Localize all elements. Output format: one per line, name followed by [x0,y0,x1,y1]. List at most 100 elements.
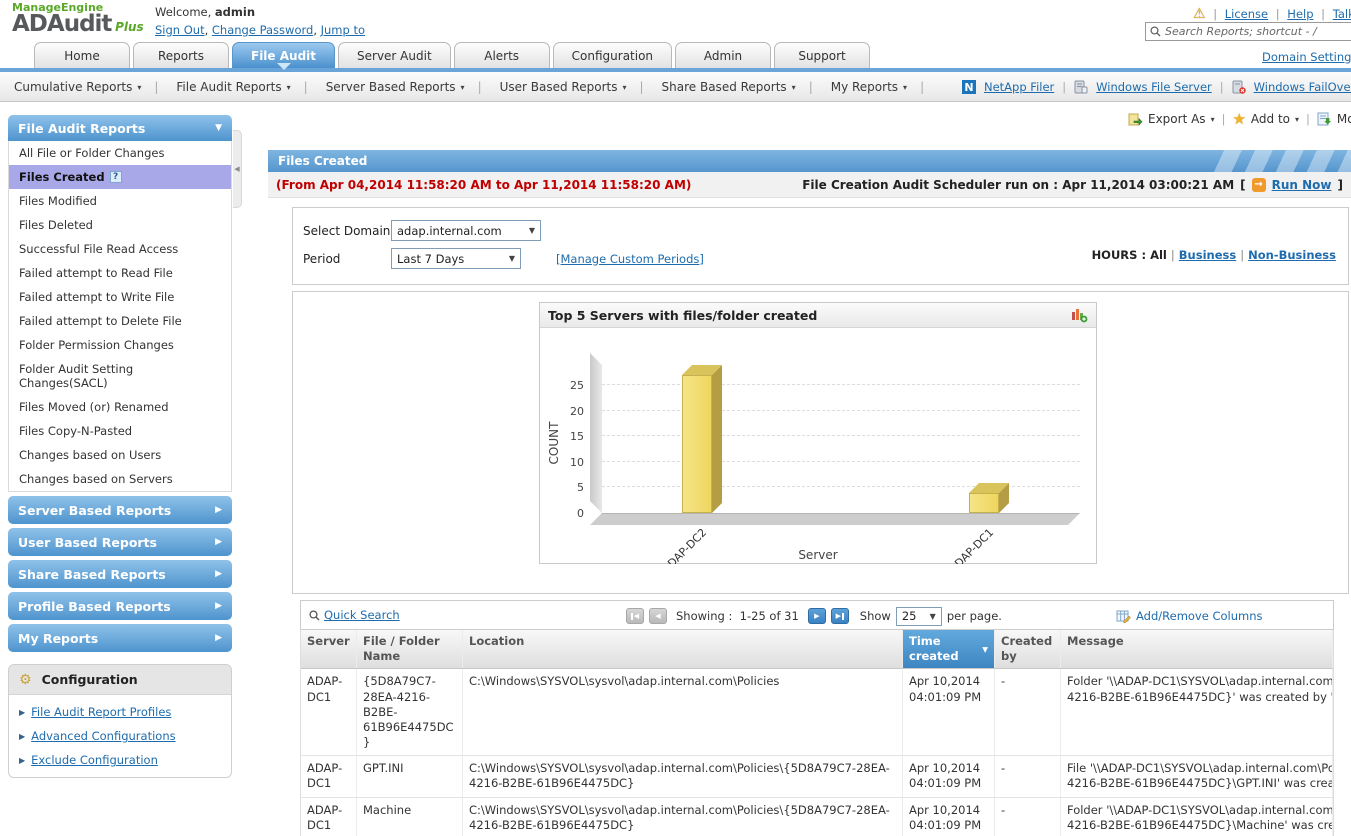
table-row: ADAP-DC1 {5D8A79C7-28EA-4216-B2BE-61B96E… [301,669,1333,757]
run-now-link[interactable]: Run Now [1272,178,1332,192]
cell-time-created: Apr 10,2014 04:01:09 PM [903,756,995,797]
sidebar-report-item[interactable]: All File or Folder Changes [9,141,231,165]
tab[interactable]: Configuration [552,42,673,68]
search-box[interactable] [1145,22,1351,41]
next-page-button[interactable]: ▶ [807,608,826,624]
sidebar-report-item[interactable]: Folder Audit Setting Changes(SACL) [9,357,231,395]
subnav-menu[interactable]: File Audit Reports ▾ | [172,80,311,94]
sidebar-report-item[interactable]: Files Copy-N-Pasted [9,419,231,443]
netapp-filer-link[interactable]: NetApp Filer [984,80,1054,94]
configuration-link[interactable]: ▶ File Audit Report Profiles [19,705,221,719]
y-tick-label: 0 [577,507,584,520]
chart-panel: Top 5 Servers with files/folder created … [292,291,1349,594]
col-message[interactable]: Message [1061,630,1333,669]
prev-page-button[interactable]: ◀ [649,608,667,624]
star-icon: ★ [1232,110,1246,128]
last-page-button[interactable]: ▶ [830,608,849,624]
sidebar-section[interactable]: Profile Based Reports ▶ [8,592,232,620]
cell-server: ADAP-DC1 [301,797,357,836]
sidebar-report-item[interactable]: Files Deleted [9,213,231,237]
sidebar-report-item[interactable]: Successful File Read Access [9,237,231,261]
change-password-link[interactable]: Change Password [212,23,313,37]
configuration-link[interactable]: ▶ Advanced Configurations [19,729,221,743]
search-icon [1150,26,1161,37]
sidebar-report-item[interactable]: Folder Permission Changes [9,333,231,357]
tab[interactable]: Support [774,42,871,68]
more-button[interactable]: More ▾ [1317,112,1351,126]
add-remove-columns-button[interactable]: Add/Remove Columns [1116,601,1263,631]
table-body: ADAP-DC1 {5D8A79C7-28EA-4216-B2BE-61B96E… [301,669,1333,836]
chevron-down-icon: ▼ [528,226,535,235]
hours-business-link[interactable]: Business [1179,248,1236,262]
hours-all[interactable]: All [1150,248,1167,262]
bar-ADAP-DC1[interactable] [969,482,1009,513]
y-tick-label: 15 [570,430,584,444]
subnav-menu[interactable]: Share Based Reports ▾ | [658,80,817,94]
help-link[interactable]: Help [1287,7,1313,21]
bar-ADAP-DC2[interactable] [682,364,722,513]
quick-search[interactable]: Quick Search [309,608,400,622]
sidebar-report-item[interactable]: Changes based on Servers [9,467,231,491]
netapp-icon: N [962,80,976,94]
tab[interactable]: Home [34,42,130,68]
failover-cluster-icon [1232,80,1246,94]
manage-custom-periods-link[interactable]: [Manage Custom Periods] [556,252,704,266]
col-time-created[interactable]: Time created ▾ [903,630,995,669]
sidebar-section-file-audit-reports[interactable]: File Audit Reports ▼ [8,115,232,141]
domain-select[interactable]: adap.internal.com ▼ [391,220,541,241]
tab[interactable]: Alerts [453,42,550,68]
hours-non-business-link[interactable]: Non-Business [1248,248,1336,262]
table-controls: Quick Search ◀ ◀ Showing : 1-25 of 31 ▶ … [300,600,1334,630]
subnav-links: N NetApp Filer | Windows File Server | W… [962,72,1351,102]
col-created-by[interactable]: Created by [995,630,1061,669]
talkback-link[interactable]: TalkBack [1333,7,1351,21]
tab[interactable]: Server Audit [338,42,451,68]
y-tick-label: 5 [577,481,584,495]
domain-settings-link[interactable]: Domain Settings [1262,50,1351,64]
sidebar-section[interactable]: My Reports ▶ [8,624,232,652]
configuration-link[interactable]: ▶ Exclude Configuration [19,753,221,767]
sidebar-report-item[interactable]: Failed attempt to Write File [9,285,231,309]
sidebar-report-item[interactable]: Failed attempt to Read File [9,261,231,285]
search-input[interactable] [1165,25,1345,38]
chart-options-icon[interactable] [1070,307,1088,323]
export-as-button[interactable]: Export As ▾ [1128,112,1215,126]
subnav-menu[interactable]: User Based Reports ▾ | [496,80,648,94]
license-link[interactable]: License [1225,7,1268,21]
sidebar-section[interactable]: Server Based Reports ▶ [8,496,232,524]
tab[interactable]: Reports [133,42,229,68]
subnav-menu[interactable]: Cumulative Reports ▾ | [10,80,162,94]
windows-failover-cluster-link[interactable]: Windows FailOver Cluster [1254,80,1351,94]
sidebar-section[interactable]: User Based Reports ▶ [8,528,232,556]
sidebar-report-item[interactable]: Changes based on Users [9,443,231,467]
subnav-menu[interactable]: Server Based Reports ▾ | [322,80,486,94]
cell-message: File '\\ADAP-DC1\SYSVOL\adap.internal.co… [1061,756,1333,797]
sidebar-report-item[interactable]: Files Modified [9,189,231,213]
username: admin [214,5,256,19]
tab[interactable]: File Audit [232,42,336,70]
page-size-select[interactable]: 25 ▼ [895,606,942,626]
warning-icon[interactable]: ⚠ [1193,6,1206,22]
sidebar-report-item[interactable]: Files Moved (or) Renamed [9,395,231,419]
col-file-folder-name[interactable]: File / Folder Name [357,630,463,669]
sidebar-report-item[interactable]: Failed attempt to Delete File [9,309,231,333]
jump-to-link[interactable]: Jump to [321,23,365,37]
add-to-button[interactable]: ★ Add to ▾ [1232,110,1299,128]
windows-file-server-link[interactable]: Windows File Server [1096,80,1212,94]
sidebar-section[interactable]: Share Based Reports ▶ [8,560,232,588]
sign-out-link[interactable]: Sign Out [155,23,205,37]
subnav-menu[interactable]: My Reports ▾ | [827,80,928,94]
first-page-button[interactable]: ◀ [626,608,644,624]
more-icon [1317,112,1332,126]
table-row: ADAP-DC1 Machine C:\Windows\SYSVOL\sysvo… [301,797,1333,836]
page-title: Files Created [278,154,368,168]
col-server[interactable]: Server [301,630,357,669]
chevron-right-icon: ▶ [215,537,222,547]
col-location[interactable]: Location [463,630,903,669]
chevron-down-icon: ▼ [929,611,936,621]
tab[interactable]: Admin [675,42,772,68]
period-select[interactable]: Last 7 Days ▼ [391,248,521,269]
help-badge-icon[interactable]: ? [109,171,122,183]
sidebar-report-item[interactable]: Files Created ? [9,165,231,189]
sidebar-collapse-handle[interactable]: ◀ [233,130,242,208]
